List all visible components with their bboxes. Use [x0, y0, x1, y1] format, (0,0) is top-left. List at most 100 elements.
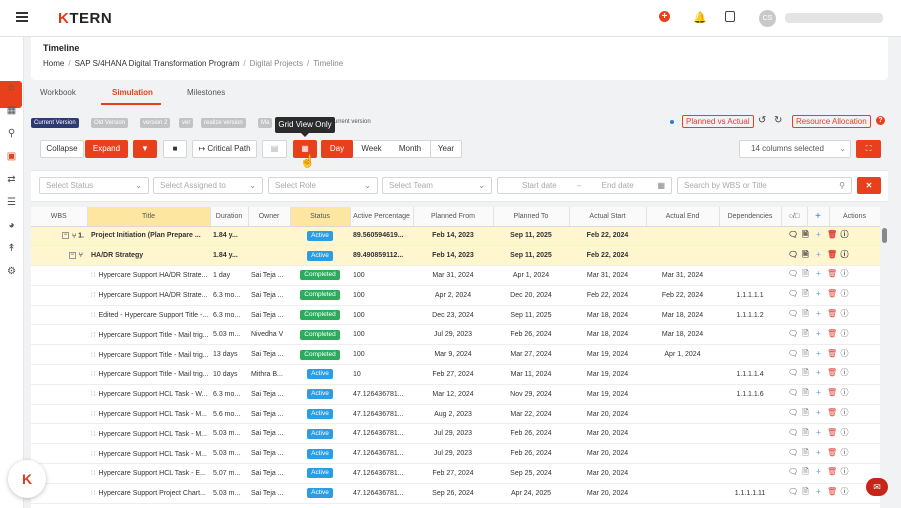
scale-day[interactable]: Day [321, 140, 353, 158]
version-chip-current[interactable]: Current Version [31, 118, 79, 128]
delete-icon[interactable]: 🗑 [827, 368, 837, 377]
info-icon[interactable]: ⓘ [840, 486, 849, 497]
grid-icon[interactable]: ▦ [6, 105, 17, 116]
document-icon[interactable]: 🗎 [801, 308, 810, 322]
delete-icon[interactable]: 🗑 [827, 309, 837, 318]
info-icon[interactable]: ⓘ [840, 387, 849, 398]
location-icon[interactable]: ⚲ [6, 128, 17, 139]
cell-title[interactable]: HA/DR Strategy [87, 245, 210, 267]
collapse-row-icon[interactable]: − [61, 232, 69, 240]
table-row[interactable]: ∷ Hypercare Support Title - Mail trig... 1… [31, 364, 880, 385]
breadcrumb-digital-projects[interactable]: Digital Projects [250, 59, 303, 68]
cell-title[interactable]: ∷ Hypercare Support HCL Task - E... [87, 463, 210, 484]
cell-title[interactable]: ∷ Hypercare Support HCL Task - M... [87, 443, 210, 465]
collapse-button[interactable]: Collapse [40, 140, 84, 158]
comment-icon[interactable]: 🗨 [788, 349, 798, 358]
comment-icon[interactable]: 🗨 [788, 368, 798, 377]
cell-title[interactable]: ∷ Hypercare Support Title - Mail trig... [87, 364, 210, 385]
document-icon[interactable]: 🗎 [801, 367, 810, 381]
col-wbs[interactable]: WBS [31, 207, 88, 227]
col-active-percentage[interactable]: Active Percentage [350, 207, 414, 227]
document-icon[interactable]: 🗎 [801, 447, 810, 461]
cell-title[interactable]: ∷ Hypercare Support HA/DR Strate... [87, 285, 210, 306]
drag-handle-icon[interactable]: ∷ [91, 371, 95, 378]
info-icon[interactable]: ⓘ [840, 268, 849, 279]
comment-icon[interactable]: 🗨 [788, 289, 798, 298]
info-icon[interactable]: ⓘ [840, 288, 849, 299]
col-comments-icon[interactable]: ○/□ [781, 207, 808, 227]
table-row[interactable]: ∷ Hypercare Support HA/DR Strate... 6.3 mo… [31, 285, 880, 306]
col-duration[interactable]: Duration [210, 207, 249, 227]
comment-icon[interactable]: 🗨 [788, 230, 798, 239]
drag-handle-icon[interactable]: ∷ [91, 332, 95, 339]
delete-icon[interactable]: 🗑 [827, 349, 837, 358]
table-row[interactable]: ∷ Hypercare Support Project Chart... 5.03 … [31, 483, 880, 504]
add-subtask-icon[interactable]: + [814, 368, 823, 377]
tab-simulation[interactable]: Simulation [112, 88, 153, 97]
tab-workbook[interactable]: Workbook [40, 88, 76, 97]
add-subtask-icon[interactable]: + [814, 329, 823, 338]
calendar-icon[interactable] [725, 11, 735, 22]
info-icon[interactable]: ⓘ [840, 328, 849, 339]
table-row[interactable]: − ⑂ 1. Project Initiation (Plan Prepare ...… [31, 226, 880, 247]
add-subtask-icon[interactable]: + [814, 428, 823, 437]
avatar[interactable]: CS [759, 10, 776, 27]
document-icon[interactable]: 🗎 [801, 387, 810, 401]
comment-icon[interactable]: 🗨 [788, 448, 798, 457]
cell-title[interactable]: ∷ Hypercare Support Title - Mail trig... [87, 324, 210, 346]
col-status[interactable]: Status [290, 207, 351, 227]
col-actions[interactable]: Actions [829, 207, 880, 227]
add-subtask-icon[interactable]: + [814, 269, 823, 278]
dashboard-icon[interactable]: ◕ [6, 220, 17, 231]
resource-allocation-button[interactable]: Resource Allocation [792, 115, 871, 128]
cell-title[interactable]: ∷ Hypercare Support HCL Task - W... [87, 384, 210, 405]
gantt-view-icon[interactable]: ▤ [262, 140, 287, 158]
delete-icon[interactable]: 🗑 [827, 487, 837, 496]
delete-icon[interactable]: 🗑 [827, 467, 837, 476]
drag-handle-icon[interactable]: ∷ [91, 312, 95, 319]
delete-icon[interactable]: 🗑 [827, 408, 837, 417]
date-range-filter[interactable]: Start date – End date ▦ [497, 177, 672, 194]
comment-icon[interactable]: 🗨 [788, 487, 798, 496]
help-icon[interactable]: ? [876, 116, 885, 125]
delete-icon[interactable]: 🗑 [827, 448, 837, 457]
col-dependencies[interactable]: Dependencies [719, 207, 782, 227]
search-input[interactable]: Search by WBS or Title ⚲ [677, 177, 852, 194]
version-chip-old[interactable]: Old Version [91, 118, 129, 128]
collapse-row-icon[interactable]: − [68, 252, 76, 260]
delete-icon[interactable]: 🗑 [827, 388, 837, 397]
drag-handle-icon[interactable]: ∷ [91, 490, 95, 497]
undo-icon[interactable]: ↺ [758, 115, 766, 126]
user-name-redacted[interactable] [785, 13, 883, 23]
info-icon[interactable]: ⓘ [840, 407, 849, 418]
fullscreen-icon[interactable]: ⛶ [856, 140, 881, 158]
comment-icon[interactable]: 🗨 [788, 388, 798, 397]
team-filter[interactable]: Select Team ⌄ [382, 177, 492, 194]
redo-icon[interactable]: ↻ [774, 115, 782, 126]
table-row[interactable]: ∷ Hypercare Support Title - Mail trig... 5… [31, 324, 880, 346]
timeline-icon[interactable]: ▣ [6, 151, 17, 162]
comment-icon[interactable]: 🗨 [788, 329, 798, 338]
add-subtask-icon[interactable]: + [814, 448, 823, 457]
info-icon[interactable]: ⓘ [840, 447, 849, 458]
cell-title[interactable]: ∷ Hypercare Support Title - Mail trig... [87, 344, 210, 366]
delete-icon[interactable]: 🗑 [827, 250, 837, 259]
col-title[interactable]: Title [87, 207, 211, 227]
drag-handle-icon[interactable]: ∷ [91, 411, 95, 418]
comment-icon[interactable]: 🗨 [788, 428, 798, 437]
scale-week[interactable]: Week [353, 140, 390, 158]
document-icon[interactable]: 🗎 [801, 427, 810, 441]
document-icon[interactable]: 🗎 [801, 268, 810, 282]
delete-icon[interactable]: 🗑 [827, 329, 837, 338]
critical-path-button[interactable]: ↦ Critical Path [192, 140, 257, 158]
document-icon[interactable]: 🗎 [801, 288, 810, 302]
delete-icon[interactable]: 🗑 [827, 230, 837, 239]
table-row[interactable]: ∷ Hypercare Support HCL Task - E... 5.07 m… [31, 463, 880, 484]
table-row[interactable]: − ⑂ HA/DR Strategy 1.84 y... Active 89.490859… [31, 245, 880, 267]
scale-month[interactable]: Month [390, 140, 430, 158]
info-icon[interactable]: ⓘ [840, 466, 849, 477]
assigned-to-filter[interactable]: Select Assigned to ⌄ [153, 177, 263, 194]
add-subtask-icon[interactable]: + [814, 230, 823, 239]
info-icon[interactable]: ⓘ [840, 229, 849, 240]
comment-icon[interactable]: 🗨 [788, 269, 798, 278]
